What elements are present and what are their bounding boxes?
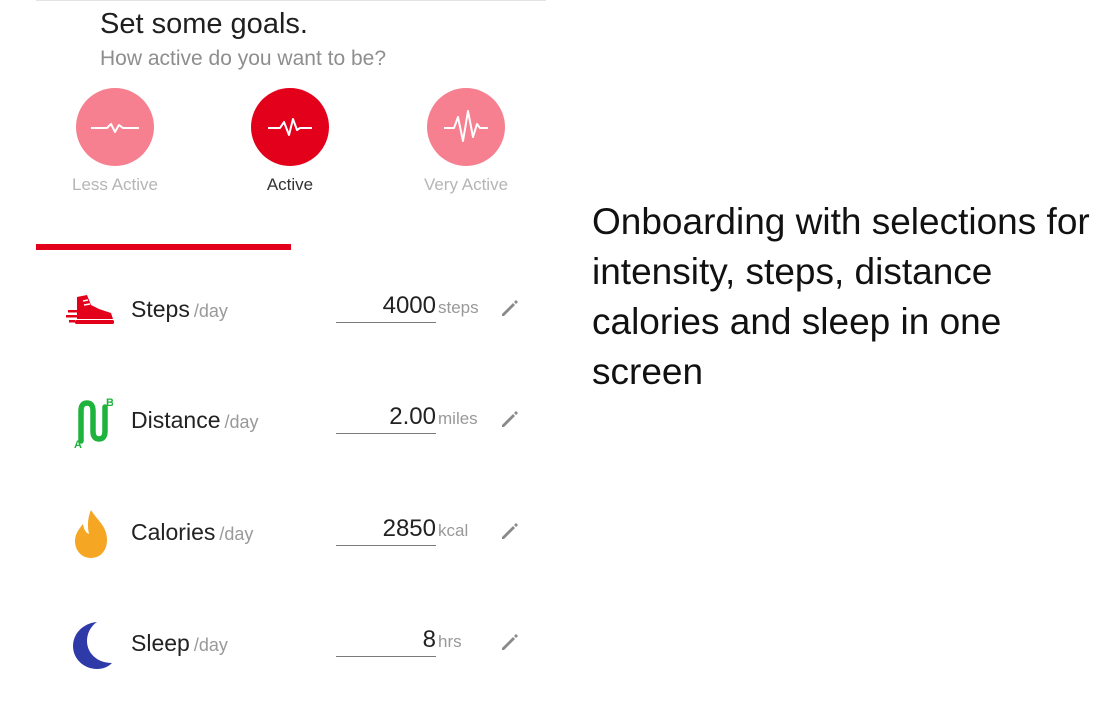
activity-level-label: Very Active	[423, 175, 509, 194]
goal-per-day: /day	[219, 524, 254, 544]
sleep-input[interactable]: 8	[336, 626, 436, 657]
activity-level-label: Active	[266, 175, 314, 194]
goal-name: Steps/day	[131, 296, 228, 323]
activity-level-label: Less Active	[72, 175, 158, 194]
flame-icon	[62, 505, 120, 563]
pencil-icon[interactable]	[498, 519, 522, 543]
pulse-medium-icon	[251, 88, 329, 166]
activity-level-less-active[interactable]: Less Active	[35, 88, 195, 195]
goal-row-steps: Steps/day 4000 steps	[0, 282, 548, 342]
goal-label: Calories	[131, 519, 216, 545]
page-subtitle: How active do you want to be?	[100, 47, 387, 70]
goal-unit: miles	[438, 409, 478, 428]
goal-unit: hrs	[438, 632, 462, 651]
activity-level-active[interactable]: Active	[210, 88, 370, 195]
goal-row-distance: A B Distance/day 2.00 miles	[0, 393, 548, 453]
selection-indicator-bar	[36, 244, 291, 250]
activity-level-very-active[interactable]: Very Active	[386, 88, 546, 195]
goal-per-day: /day	[224, 412, 259, 432]
goal-name: Distance/day	[131, 407, 259, 434]
page-title: Set some goals.	[100, 8, 308, 40]
shoe-icon	[62, 282, 120, 340]
moon-icon	[62, 616, 120, 674]
pulse-low-icon	[76, 88, 154, 166]
distance-input[interactable]: 2.00	[336, 403, 436, 434]
svg-text:A: A	[74, 439, 82, 449]
route-icon: A B	[62, 393, 120, 451]
goal-row-sleep: Sleep/day 8 hrs	[0, 616, 548, 676]
pencil-icon[interactable]	[498, 407, 522, 431]
annotation-caption: Onboarding with selections for intensity…	[592, 201, 1090, 392]
goal-unit: steps	[438, 298, 479, 317]
goal-label: Steps	[131, 296, 190, 322]
goal-name: Sleep/day	[131, 630, 228, 657]
steps-input[interactable]: 4000	[336, 292, 436, 323]
goal-unit: kcal	[438, 521, 469, 540]
calories-input[interactable]: 2850	[336, 515, 436, 546]
phone-screen: Set some goals. How active do you want t…	[0, 0, 548, 710]
goal-row-calories: Calories/day 2850 kcal	[0, 505, 548, 565]
top-divider	[36, 0, 546, 1]
pencil-icon[interactable]	[498, 630, 522, 654]
goal-name: Calories/day	[131, 519, 253, 546]
goal-per-day: /day	[193, 301, 228, 321]
pulse-high-icon	[427, 88, 505, 166]
goal-label: Sleep	[131, 630, 190, 656]
goal-label: Distance	[131, 407, 221, 433]
svg-text:B: B	[106, 397, 113, 409]
pencil-icon[interactable]	[498, 296, 522, 320]
goal-per-day: /day	[193, 635, 228, 655]
